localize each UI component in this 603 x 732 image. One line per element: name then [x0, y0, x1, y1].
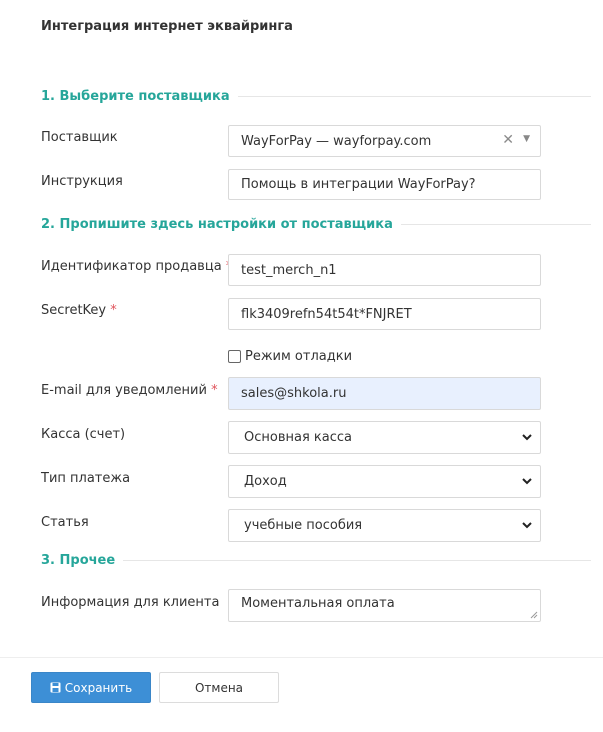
provider-select[interactable]: WayForPay — wayforpay.com ✕ ▼: [228, 125, 541, 157]
dialog-title: Интеграция интернет эквайринга: [41, 19, 293, 34]
merchant-id-label-text: Идентификатор продавца: [41, 259, 222, 274]
section-divider: [123, 560, 591, 561]
client-info-label: Информация для клиента: [41, 595, 220, 610]
clear-icon[interactable]: ✕: [502, 132, 514, 148]
instruction-value: Помощь в интеграции WayForPay?: [241, 177, 476, 192]
secret-key-label-text: SecretKey: [41, 303, 107, 318]
section-1-heading: 1. Выберите поставщика: [41, 89, 591, 104]
section-divider: [237, 96, 591, 97]
article-value: учебные пособия: [244, 518, 363, 533]
email-label: E-mail для уведомлений *: [41, 383, 218, 398]
merchant-id-label: Идентификатор продавца *: [41, 259, 232, 274]
article-label: Статья: [41, 515, 89, 530]
merchant-id-value: test_merch_n1: [241, 262, 337, 278]
secret-key-input[interactable]: flk3409refn54t54t*FNJRET: [228, 298, 541, 330]
cancel-button[interactable]: Отмена: [159, 672, 279, 703]
email-label-text: E-mail для уведомлений: [41, 383, 207, 398]
secret-key-value: flk3409refn54t54t*FNJRET: [241, 306, 412, 322]
section-2-heading: 2. Пропишите здесь настройки от поставщи…: [41, 217, 591, 232]
required-asterisk: *: [211, 383, 218, 398]
payment-type-label: Тип платежа: [41, 471, 131, 486]
floppy-disk-icon: [50, 682, 61, 693]
merchant-id-input[interactable]: test_merch_n1: [228, 254, 541, 286]
save-button-label: Сохранить: [64, 680, 133, 695]
required-asterisk: *: [110, 303, 117, 318]
article-select[interactable]: учебные пособия: [228, 509, 541, 542]
debug-mode-checkbox[interactable]: Режим отладки: [228, 349, 352, 364]
client-info-value: Моментальная оплата: [241, 596, 395, 611]
footer-divider: [0, 657, 603, 658]
chevron-down-icon: [522, 434, 532, 441]
resize-grip-icon[interactable]: [530, 611, 538, 619]
section-1-title: 1. Выберите поставщика: [41, 89, 230, 104]
secret-key-label: SecretKey *: [41, 303, 117, 318]
payment-type-value: Доход: [244, 474, 287, 489]
chevron-down-icon: [522, 522, 532, 529]
section-divider: [400, 224, 591, 225]
section-3-heading: 3. Прочее: [41, 553, 591, 568]
payment-type-select[interactable]: Доход: [228, 465, 541, 498]
checkbox-box[interactable]: [228, 350, 241, 363]
save-button[interactable]: Сохранить: [31, 672, 151, 703]
provider-label: Поставщик: [41, 130, 118, 145]
email-value: sales@shkola.ru: [241, 386, 347, 401]
section-3-title: 3. Прочее: [41, 553, 116, 568]
chevron-down-icon: [522, 478, 532, 485]
cashbox-value: Основная касса: [244, 430, 352, 445]
cashbox-select[interactable]: Основная касса: [228, 421, 541, 454]
instruction-label: Инструкция: [41, 174, 123, 189]
section-2-title: 2. Пропишите здесь настройки от поставщи…: [41, 217, 393, 232]
provider-value: WayForPay — wayforpay.com: [241, 133, 432, 149]
client-info-textarea[interactable]: Моментальная оплата: [228, 589, 541, 622]
instruction-link-field[interactable]: Помощь в интеграции WayForPay?: [228, 169, 541, 200]
caret-down-icon[interactable]: ▼: [523, 134, 530, 144]
cashbox-label: Касса (счет): [41, 427, 126, 442]
debug-mode-label: Режим отладки: [245, 349, 353, 364]
email-input[interactable]: sales@shkola.ru: [228, 377, 541, 410]
